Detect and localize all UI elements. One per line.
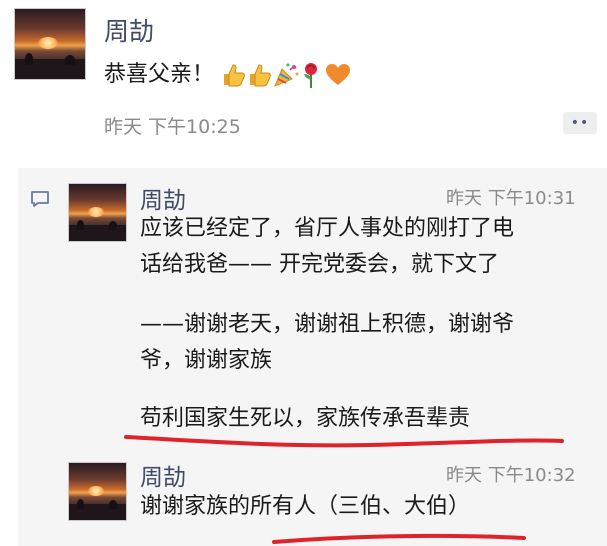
orange-heart-icon bbox=[326, 64, 351, 85]
more-options-icon: •• bbox=[570, 115, 590, 131]
comment-avatar[interactable] bbox=[68, 183, 127, 242]
comment-line: ——谢谢老天，谢谢祖上积德，谢谢爷 bbox=[140, 312, 515, 337]
comment-avatar[interactable] bbox=[68, 462, 127, 521]
red-underline-highlight bbox=[272, 533, 526, 544]
comment-author-name[interactable]: 周劼 bbox=[140, 458, 186, 492]
comment-line: 谢谢家族的所有人（三伯、大伯） bbox=[140, 494, 471, 519]
more-options-button[interactable]: •• bbox=[563, 112, 597, 134]
thumbs-up-icon bbox=[250, 64, 271, 87]
thumbs-up-icon bbox=[224, 64, 245, 87]
comment-line: 话给我爸—— 开完党委会，就下文了 bbox=[140, 252, 499, 277]
comment-author-name[interactable]: 周劼 bbox=[140, 181, 186, 215]
post-avatar[interactable] bbox=[14, 8, 86, 80]
party-popper-icon bbox=[274, 63, 299, 87]
comment-body: 应该已经定了，省厅人事处的刚打了电 话给我爸—— 开完党委会，就下文了 ——谢谢… bbox=[140, 211, 514, 437]
comment-body: 谢谢家族的所有人（三伯、大伯） bbox=[140, 489, 470, 525]
post-message: 恭喜父亲！ bbox=[104, 57, 351, 93]
post-text: 恭喜父亲！ bbox=[104, 62, 215, 87]
post-author-name[interactable]: 周劼 bbox=[104, 12, 154, 48]
rose-icon bbox=[304, 63, 318, 88]
comment-line bbox=[140, 283, 514, 307]
comment-timestamp: 昨天 下午10:32 bbox=[446, 465, 576, 486]
comment-timestamp: 昨天 下午10:31 bbox=[446, 188, 576, 209]
comment-line: 应该已经定了，省厅人事处的刚打了电 bbox=[140, 216, 515, 241]
comment-icon bbox=[31, 191, 49, 207]
comment-line: 爷，谢谢家族 bbox=[140, 348, 273, 373]
post-timestamp: 昨天 下午10:25 bbox=[104, 116, 241, 138]
red-underline-highlight bbox=[124, 435, 564, 448]
comment-line bbox=[140, 379, 514, 401]
